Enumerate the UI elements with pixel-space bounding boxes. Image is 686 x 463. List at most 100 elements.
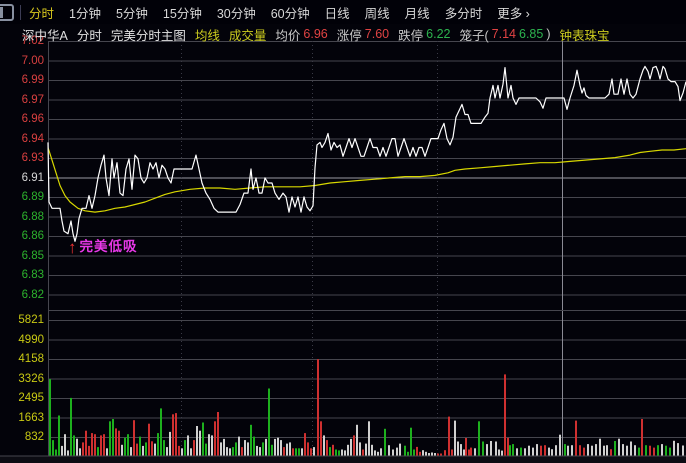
chart-canvas[interactable] (0, 0, 686, 463)
volume-bar (344, 450, 346, 456)
volume-bar (175, 413, 177, 456)
volume-bar (392, 449, 394, 456)
volume-bar (490, 441, 492, 456)
volume-bar (540, 445, 542, 456)
volume-bar (374, 450, 376, 456)
tab-30min[interactable]: 30分钟 (217, 3, 256, 22)
volume-bar (220, 442, 222, 456)
volume-bar (329, 447, 331, 456)
volume-bar (399, 443, 401, 456)
volume-bar (482, 441, 484, 456)
volume-bar (583, 447, 585, 456)
volume-bar (142, 445, 144, 456)
price-axis-label: 6.97 (21, 93, 44, 106)
price-axis-label: 6.88 (21, 210, 44, 223)
volume-bar (368, 421, 370, 456)
info-limit-down-text: 6.22 (426, 27, 451, 41)
info-indicator-name: 完美分时主图 (111, 25, 186, 44)
volume-bar (283, 447, 285, 456)
volume-bar (548, 447, 550, 456)
volume-bar (133, 420, 135, 456)
volume-bar (217, 412, 219, 456)
info-avg-price: 均价 6.96 (275, 25, 327, 44)
volume-bar (463, 449, 465, 456)
volume-bar (614, 441, 616, 456)
volume-bar (169, 431, 171, 456)
volume-bar (451, 449, 453, 456)
info-indicator-name-text: 完美分时主图 (110, 28, 186, 43)
volume-bar (335, 449, 337, 456)
price-axis-label: 7.00 (21, 54, 44, 67)
price-axis-label: 6.93 (21, 152, 44, 164)
volume-bar (52, 440, 54, 456)
volume-bar (88, 445, 90, 456)
volume-bar (422, 450, 424, 456)
volume-bar (448, 416, 450, 456)
price-axis-label: 6.96 (21, 113, 44, 125)
volume-bar (235, 442, 237, 456)
volume-bar (70, 397, 72, 456)
tab-month[interactable]: 月线 (405, 3, 430, 22)
volume-bar (603, 445, 605, 456)
tab-day[interactable]: 日线 (325, 3, 350, 22)
volume-bar (669, 447, 671, 456)
volume-bar (665, 445, 667, 456)
tab-5min[interactable]: 5分钟 (116, 3, 148, 22)
volume-bar (437, 453, 439, 456)
volume-bar (313, 447, 315, 456)
signal-text: 完美低吸 (79, 239, 138, 254)
tab-60min[interactable]: 60分钟 (271, 3, 310, 22)
tab-15min[interactable]: 15分钟 (163, 3, 202, 22)
volume-bar (301, 448, 303, 456)
volume-bar (555, 445, 557, 456)
volume-bar (271, 444, 273, 456)
volume-bar (145, 442, 147, 456)
volume-bar (268, 388, 270, 456)
tab-week[interactable]: 周线 (365, 3, 390, 22)
volume-bar (509, 445, 511, 456)
volume-bar (304, 433, 306, 456)
volume-bar (536, 444, 538, 456)
volume-bar (630, 441, 632, 456)
volume-bar (486, 444, 488, 456)
volume-bar (277, 437, 279, 456)
volume-bar (673, 440, 675, 456)
volume-bar (289, 442, 291, 456)
volume-bar (431, 452, 433, 456)
volume-bar (115, 428, 117, 456)
volume-bar (307, 442, 309, 456)
volume-bar (682, 445, 684, 456)
tab-fenshi[interactable]: 分时 (29, 3, 54, 22)
info-toggle-volume[interactable]: 成交量 (229, 25, 267, 44)
chart-info-bar: 深中华A 分时 完美分时主图 均线 成交量 均价 6.96 涨停 7.60 跌停 6.22 笼子(7.… (0, 24, 686, 44)
volume-axis-label: 4990 (18, 333, 44, 346)
tab-more[interactable]: 更多 › (497, 3, 530, 22)
volume-bar (610, 449, 612, 456)
volume-bar (310, 448, 312, 456)
tab-1min[interactable]: 1分钟 (69, 3, 101, 22)
volume-bar (634, 445, 636, 456)
volume-axis-label: 2495 (18, 392, 44, 404)
volume-bar (199, 430, 201, 456)
price-axis-label: 6.83 (21, 269, 44, 281)
volume-bar (413, 449, 415, 456)
info-avg-price-text: 6.96 (303, 27, 328, 41)
volume-bar (91, 433, 93, 456)
volume-bar (551, 449, 553, 456)
signal-annotation: ↑ 完美低吸 (68, 239, 138, 256)
volume-bar (292, 448, 294, 456)
volume-bar (121, 444, 123, 456)
volume-bar (404, 445, 406, 456)
volume-bar (606, 445, 608, 456)
price-axis-label: 6.82 (21, 288, 44, 301)
volume-bar (520, 447, 522, 456)
info-stock-name: 深中华A (22, 25, 68, 44)
volume-bar (571, 445, 573, 456)
volume-bar (274, 438, 276, 456)
volume-bar (419, 451, 421, 456)
tab-multi[interactable]: 多分时 (445, 3, 483, 22)
price-line (47, 65, 686, 242)
info-toggle-avg-line[interactable]: 均线 (195, 25, 220, 44)
panel-icon[interactable] (0, 3, 14, 21)
volume-bar (151, 441, 153, 456)
